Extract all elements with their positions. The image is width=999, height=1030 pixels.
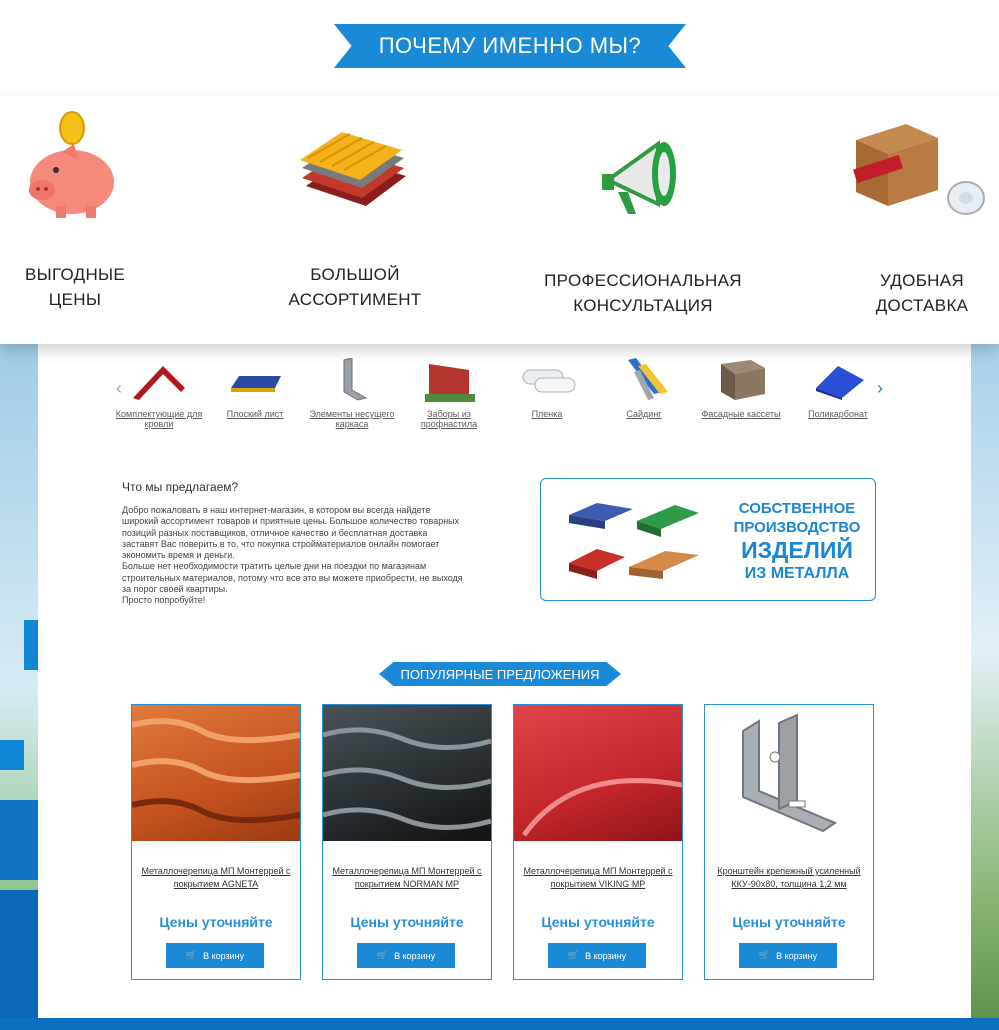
product-image[interactable]: [705, 705, 873, 841]
delivery-box-icon: [850, 118, 995, 228]
category-fences[interactable]: Заборы из профнастила: [404, 358, 494, 429]
piggy-bank-icon: [22, 110, 122, 225]
promo-line: ПРОИЗВОДСТВО: [733, 519, 861, 536]
product-price: Цены уточняйте: [159, 914, 273, 930]
metal-profiles-icon: [569, 503, 699, 579]
add-to-cart-label: В корзину: [585, 950, 627, 961]
category-siding[interactable]: Сайдинг: [599, 358, 689, 419]
roof-accessory-icon: [133, 366, 185, 400]
advantage-line: ЦЕНЫ: [48, 290, 102, 309]
polycarbonate-icon: [816, 366, 864, 400]
category-label: Поликарбонат: [808, 409, 868, 419]
advantage-consultation: ПРОФЕССИОНАЛЬНАЯ КОНСУЛЬТАЦИЯ: [540, 268, 746, 318]
category-facade-cassettes[interactable]: Фасадные кассеты: [696, 358, 786, 419]
advantage-delivery: УДОБНАЯ ДОСТАВКА: [856, 268, 988, 318]
advantage-line: БОЛЬШОЙ: [310, 265, 400, 284]
offer-line: Больше нет необходимости тратить целые д…: [122, 561, 427, 572]
promo-line: ИЗДЕЛИЙ: [741, 537, 853, 563]
advantage-line: ДОСТАВКА: [875, 296, 969, 315]
add-to-cart-button[interactable]: 🛒 В корзину: [548, 943, 646, 968]
offer-line: позиций разных поставщиков, отличное кач…: [122, 527, 428, 538]
product-image[interactable]: [514, 705, 682, 841]
add-to-cart-label: В корзину: [203, 950, 245, 961]
product-card[interactable]: Металлочерепица МП Монтеррей с покрытием…: [513, 704, 683, 980]
product-name[interactable]: Металлочерепица МП Монтеррей с покрытием…: [329, 865, 485, 891]
product-card[interactable]: Металлочерепица МП Монтеррей с покрытием…: [131, 704, 301, 980]
product-name[interactable]: Металлочерепица МП Монтеррей с покрытием…: [520, 865, 676, 891]
product-image[interactable]: [323, 705, 491, 841]
add-to-cart-button[interactable]: 🛒 В корзину: [357, 943, 455, 968]
advantage-line: ВЫГОДНЫЕ: [24, 265, 126, 284]
product-name[interactable]: Металлочерепица МП Монтеррей с покрытием…: [138, 865, 294, 891]
decor-block: [0, 740, 24, 770]
advantage-prices: ВЫГОДНЫЕ ЦЕНЫ: [16, 262, 134, 312]
advantage-line: ПРОФЕССИОНАЛЬНАЯ: [544, 271, 742, 290]
category-polycarbonate[interactable]: Поликарбонат: [793, 358, 883, 419]
promo-text: СОБСТВЕННОЕ ПРОИЗВОДСТВО ИЗДЕЛИЙ ИЗ МЕТА…: [727, 499, 867, 584]
advantage-line: УДОБНАЯ: [880, 271, 964, 290]
category-frame-elements[interactable]: Элементы несущего каркаса: [307, 357, 397, 429]
add-to-cart-button[interactable]: 🛒 В корзину: [166, 943, 264, 968]
offer-title: Что мы предлагаем?: [122, 480, 239, 494]
advantages-strip: ВЫГОДНЫЕ ЦЕНЫ БОЛЬШОЙ АССОРТИМЕНТ ПРОФЕС…: [0, 96, 999, 344]
promo-line: ИЗ МЕТАЛЛА: [744, 565, 850, 582]
offer-line: экономить время и деньги.: [122, 550, 235, 561]
fence-icon: [425, 364, 475, 402]
decor-block: [0, 800, 38, 880]
metal-sheets-icon: [296, 128, 411, 213]
category-label: Комплектующие для кровли: [115, 409, 203, 429]
offer-line: заставят Вас поверить в то, что покупка …: [122, 538, 440, 549]
popular-heading: ПОПУЛЯРНЫЕ ПРЕДЛОЖЕНИЯ: [379, 662, 621, 686]
category-label: Заборы из профнастила: [420, 409, 478, 429]
siding-icon: [628, 358, 668, 400]
advantage-line: КОНСУЛЬТАЦИЯ: [573, 296, 713, 315]
offer-line: Просто попробуйте!: [122, 595, 206, 606]
offer-line: за порог своей квартиры.: [122, 584, 228, 595]
film-roll-icon: [522, 369, 576, 393]
megaphone-icon: [598, 132, 688, 227]
offer-line: строительных материалов, потому что все …: [122, 572, 463, 583]
product-name[interactable]: Кронштейн крепежный усиленный ККУ-90х80,…: [711, 865, 867, 891]
cart-icon: 🛒: [185, 950, 198, 960]
why-us-heading: ПОЧЕМУ ИМЕННО МЫ?: [334, 24, 686, 68]
product-card[interactable]: Металлочерепица МП Монтеррей с покрытием…: [322, 704, 492, 980]
category-label: Пленка: [531, 409, 563, 419]
bracket-icon: [343, 357, 368, 401]
decor-block: [0, 890, 38, 1018]
category-label: Плоский лист: [226, 409, 284, 419]
promo-line: СОБСТВЕННОЕ: [738, 500, 856, 517]
offer-line: Добро пожаловать в наш интернет-магазин,…: [122, 505, 431, 515]
offer-line: широкий ассортимент товаров и приятные ц…: [122, 516, 460, 527]
product-price: Цены уточняйте: [732, 914, 846, 930]
add-to-cart-button[interactable]: 🛒 В корзину: [739, 943, 837, 968]
product-price: Цены уточняйте: [350, 914, 464, 930]
facade-cassette-icon: [721, 360, 765, 400]
product-price: Цены уточняйте: [541, 914, 655, 930]
bottom-bar: [0, 1018, 999, 1030]
category-film[interactable]: Пленка: [502, 358, 592, 419]
advantage-assortment: БОЛЬШОЙ АССОРТИМЕНТ: [280, 262, 430, 312]
category-label: Элементы несущего каркаса: [309, 409, 395, 429]
category-roof-accessories[interactable]: Комплектующие для кровли: [114, 358, 204, 429]
add-to-cart-label: В корзину: [776, 950, 818, 961]
metal-production-banner[interactable]: СОБСТВЕННОЕ ПРОИЗВОДСТВО ИЗДЕЛИЙ ИЗ МЕТА…: [540, 478, 876, 601]
cart-icon: 🛒: [567, 950, 580, 960]
cart-icon: 🛒: [758, 950, 771, 960]
add-to-cart-label: В корзину: [394, 950, 436, 961]
advantage-line: АССОРТИМЕНТ: [288, 290, 422, 309]
category-flat-sheet[interactable]: Плоский лист: [210, 358, 300, 419]
product-image[interactable]: [132, 705, 300, 841]
category-label: Фасадные кассеты: [701, 409, 781, 419]
flat-sheet-icon: [231, 376, 281, 392]
cart-icon: 🛒: [376, 950, 389, 960]
offer-text: Добро пожаловать в наш интернет-магазин,…: [122, 505, 494, 607]
product-card[interactable]: Кронштейн крепежный усиленный ККУ-90х80,…: [704, 704, 874, 980]
category-label: Сайдинг: [626, 409, 662, 419]
